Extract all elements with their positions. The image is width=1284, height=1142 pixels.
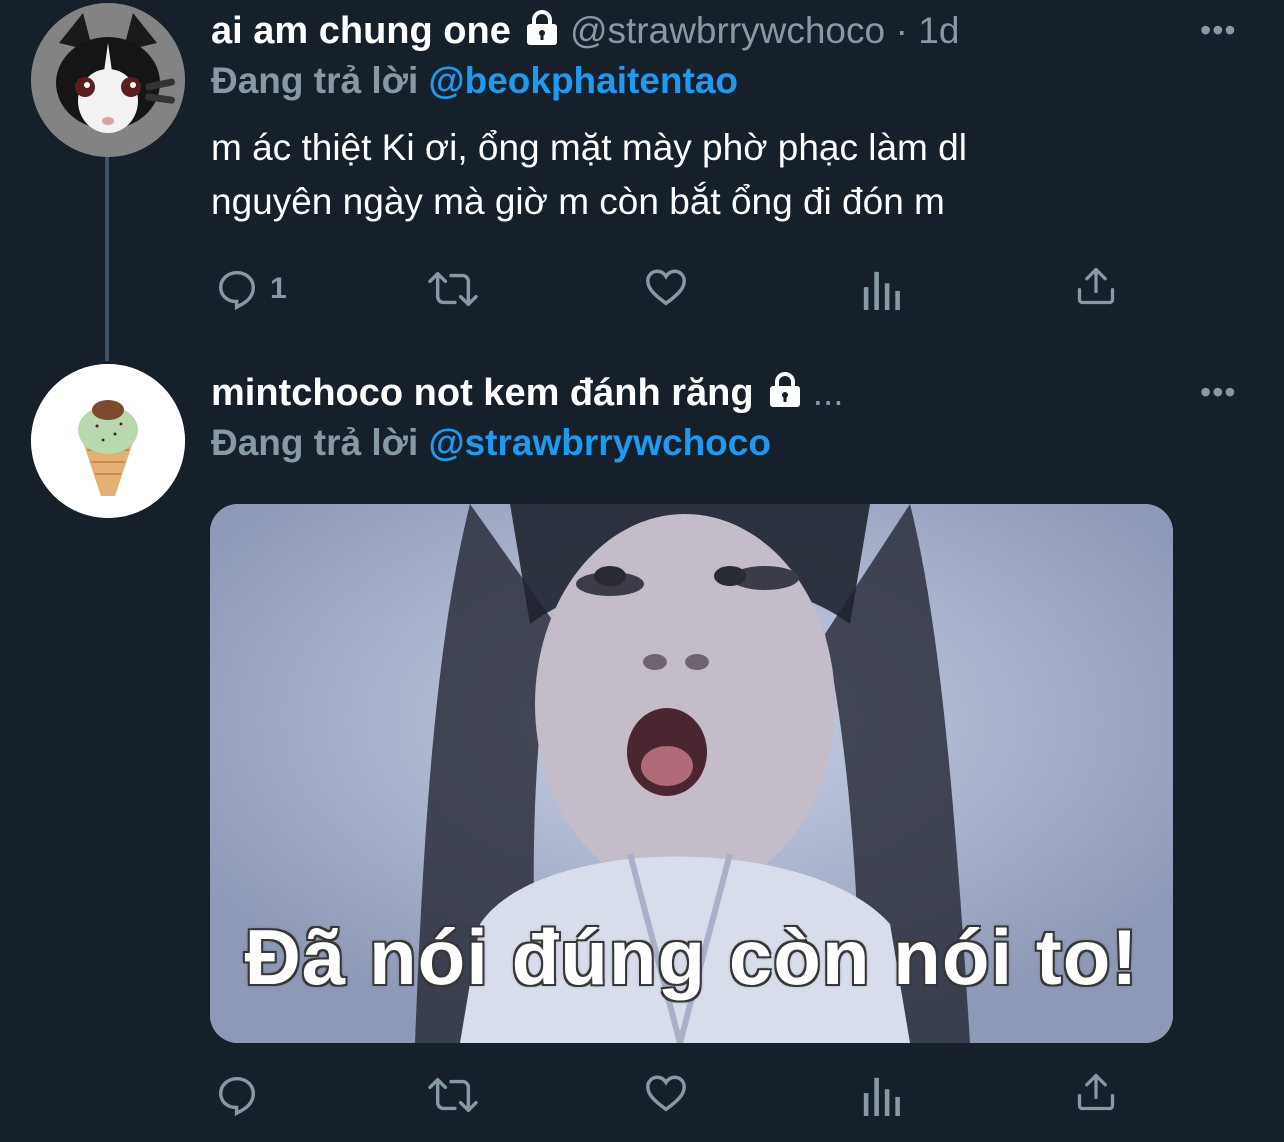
reply-button[interactable] [214,1072,260,1118]
retweet-icon [428,1077,478,1113]
replying-to: Đang trả lời @beokphaitentao [211,60,739,101]
like-icon [646,1075,686,1112]
retweet-button[interactable] [426,1072,480,1118]
reply-icon [218,1076,256,1117]
display-name[interactable]: mintchoco not kem đánh răng ... [211,372,844,415]
lock-icon [770,372,801,407]
display-name[interactable]: ai am chung one @strawbrrywchoco · 1d [211,10,959,53]
like-button[interactable] [642,264,690,310]
thread-connector [105,157,109,361]
analytics-button[interactable] [858,268,904,310]
retweet-button[interactable] [426,266,480,312]
reply-count: 1 [270,272,287,305]
analytics-icon [863,271,900,310]
avatar[interactable] [31,364,185,518]
replying-to: Đang trả lời @strawbrrywchoco [211,422,771,463]
tweet-text: m ác thiệt Ki ơi, ổng mặt mày phờ phạc l… [211,127,967,222]
retweet-icon [428,271,478,307]
lock-icon [527,10,558,45]
cat-avatar-image [31,3,185,157]
media-image[interactable]: Đã nói đúng còn nói to! [210,504,1173,1043]
share-icon [1077,267,1115,305]
share-icon [1077,1073,1115,1111]
timestamp[interactable]: · 1d [896,10,960,51]
analytics-button[interactable] [858,1074,904,1116]
like-icon [646,269,686,306]
reply-button[interactable]: 1 [214,266,287,312]
share-button[interactable] [1074,1070,1118,1114]
media-caption: Đã nói đúng còn nói to! [244,913,1139,1001]
reply-icon [218,270,256,311]
avatar[interactable] [31,3,185,157]
analytics-icon [863,1077,900,1116]
mention-link[interactable]: @strawbrrywchoco [429,422,771,463]
more-options-icon[interactable]: ••• [1200,14,1237,46]
like-button[interactable] [642,1070,690,1116]
ice-cream-avatar-image [31,364,185,518]
handle-truncated: ... [812,372,844,413]
share-button[interactable] [1074,264,1118,308]
handle[interactable]: @strawbrrywchoco [570,10,885,51]
more-options-icon[interactable]: ••• [1200,376,1237,408]
mention-link[interactable]: @beokphaitentao [429,60,739,101]
